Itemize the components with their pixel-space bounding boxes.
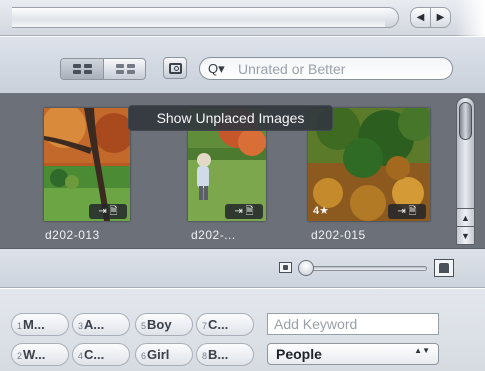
keyword-button[interactable]: 6Girl xyxy=(135,343,193,366)
thumbnail-size-slider[interactable] xyxy=(300,266,427,271)
top-fade-edge xyxy=(455,0,485,36)
keyword-button-label: B... xyxy=(208,347,229,362)
search-input[interactable] xyxy=(238,59,443,78)
loupe-button[interactable] xyxy=(163,57,187,79)
scroll-down-arrow-icon[interactable]: ▼ xyxy=(457,226,474,244)
vertical-scrollbar-thumb[interactable] xyxy=(459,102,472,140)
view-mode-segmented-control xyxy=(60,58,146,80)
thumbnail-size-bar xyxy=(0,248,485,288)
aperture-browser-window: ◀ ▶ Q▾ Unrated or Better ⇥ 🗎 d202-013 ⇥ … xyxy=(0,0,485,371)
unplaced-image-badge: ⇥ 🗎 xyxy=(225,204,263,219)
search-field[interactable]: Q▾ xyxy=(199,57,453,80)
star-rating: 4★ xyxy=(313,205,329,217)
keyword-button-label: Boy xyxy=(147,317,172,332)
large-thumbnail-icon[interactable] xyxy=(434,259,454,277)
horizontal-scrollbar[interactable] xyxy=(12,7,397,28)
search-icon[interactable]: Q▾ xyxy=(208,61,234,77)
vertical-scrollbar[interactable]: ▲ ▼ xyxy=(456,97,475,245)
image-thumbnail[interactable]: ⇥ 🗎 xyxy=(44,108,130,221)
keyword-set-select[interactable]: People ▲▼ xyxy=(267,343,439,365)
select-arrows-icon: ▲▼ xyxy=(414,346,430,355)
keyword-button-label: C... xyxy=(208,317,229,332)
scroll-up-arrow-icon[interactable]: ▲ xyxy=(457,208,474,226)
keyword-button[interactable]: 4C... xyxy=(72,343,130,366)
previous-arrow-icon[interactable]: ◀ xyxy=(410,7,431,28)
unplaced-image-badge: ⇥ 🗎 xyxy=(388,204,426,219)
keyword-button-label: Girl xyxy=(147,347,170,362)
keyword-set-value: People xyxy=(276,346,322,362)
thumbnail-size-slider-knob[interactable] xyxy=(298,260,314,276)
filmstrip-view-icon xyxy=(116,64,135,75)
keyword-button[interactable]: 2W... xyxy=(11,343,69,366)
grid-view-icon xyxy=(73,64,92,75)
top-scroller-strip: ◀ ▶ xyxy=(0,0,485,36)
image-label: d202-... xyxy=(191,228,236,242)
grid-view-button[interactable] xyxy=(61,59,104,79)
keyword-button[interactable]: 7C... xyxy=(196,313,254,336)
small-thumbnail-icon[interactable] xyxy=(279,262,292,273)
keyword-button-label: W... xyxy=(23,347,46,362)
filmstrip-view-button[interactable] xyxy=(104,59,145,79)
keyword-button[interactable]: 8B... xyxy=(196,343,254,366)
keyword-button-label: C... xyxy=(84,347,105,362)
keyword-button[interactable]: 1M... xyxy=(11,313,69,336)
browser-toolbar: Q▾ xyxy=(0,37,485,94)
keyword-button[interactable]: 5Boy xyxy=(135,313,193,336)
loupe-icon xyxy=(169,63,182,74)
keyword-button-label: M... xyxy=(23,317,45,332)
keyword-button-label: A... xyxy=(84,317,105,332)
add-keyword-field[interactable] xyxy=(267,313,439,335)
unplaced-image-badge: ⇥ 🗎 xyxy=(89,204,127,219)
image-label: d202-015 xyxy=(311,228,366,242)
unplaced-images-tooltip: Show Unplaced Images xyxy=(128,105,333,131)
next-arrow-icon[interactable]: ▶ xyxy=(430,7,451,28)
image-browser: ⇥ 🗎 d202-013 ⇥ 🗎 d202-... 4★ ⇥ 🗎 d202-01… xyxy=(0,94,485,248)
keyword-controls: 1M... 3A... 5Boy 7C... 2W... 4C... 6Girl… xyxy=(0,289,485,371)
image-label: d202-013 xyxy=(45,228,100,242)
horizontal-scrollbar-end xyxy=(385,7,399,28)
keyword-button[interactable]: 3A... xyxy=(72,313,130,336)
